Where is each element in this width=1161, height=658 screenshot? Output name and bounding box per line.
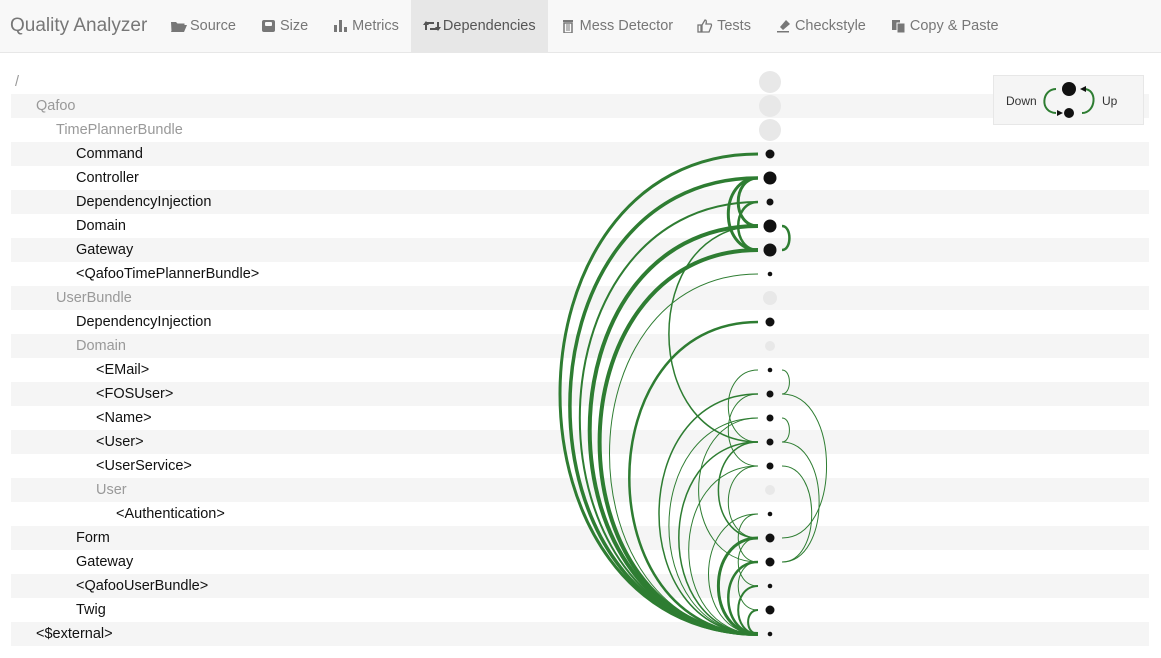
tree-row[interactable]: User [11,478,1149,502]
folder-open-icon [170,19,188,33]
tree-row[interactable]: Command [11,142,1149,166]
thumbs-up-icon [697,19,715,33]
tree-row-label: <Name> [96,410,152,426]
tree-row[interactable]: UserBundle [11,286,1149,310]
nav-tab-label: Dependencies [442,18,536,34]
nav-tab-dependencies[interactable]: Dependencies [410,0,548,52]
tree-row[interactable]: TimePlannerBundle [11,118,1149,142]
tree-row-label: Qafoo [36,98,76,114]
tree-row-label: <QafooUserBundle> [76,578,209,594]
tree-row[interactable]: Domain [11,214,1149,238]
tree-row[interactable]: DependencyInjection [11,310,1149,334]
tree-row[interactable]: Gateway [11,550,1149,574]
dependency-tree: / Qafoo TimePlannerBundle Command Controller… [11,70,1149,646]
nav-tab-label: Source [190,18,236,34]
tree-row-label: Gateway [76,242,134,258]
legend-diagram [1043,82,1095,118]
bar-chart-icon [332,19,350,33]
tree-row-label: Controller [76,170,139,186]
trash-icon [560,19,578,33]
copy-icon [890,19,908,33]
nav-tab-label: Checkstyle [794,18,866,34]
tree-row-label: <User> [96,434,144,450]
tree-row-label: <QafooTimePlannerBundle> [76,266,260,282]
tree-row[interactable]: <Name> [11,406,1149,430]
tree-row[interactable]: Domain [11,334,1149,358]
tree-row[interactable]: Gateway [11,238,1149,262]
tree-row[interactable]: <User> [11,430,1149,454]
tree-row-label: Twig [76,602,106,618]
tree-row[interactable]: Twig [11,598,1149,622]
nav-tab-mess[interactable]: Mess Detector [548,0,685,52]
tree-row[interactable]: <UserService> [11,454,1149,478]
tree-row[interactable]: <QafooTimePlannerBundle> [11,262,1149,286]
tree-row-label: Domain [76,338,126,354]
tree-row-label: Command [76,146,143,162]
highlighter-icon [775,19,793,33]
nav-tab-tests[interactable]: Tests [685,0,763,52]
tree-row-label: DependencyInjection [76,314,212,330]
nav-tab-copypaste[interactable]: Copy & Paste [878,0,1011,52]
tree-row[interactable]: DependencyInjection [11,190,1149,214]
tree-row-label: <$external> [36,626,113,642]
tree-row[interactable]: Qafoo [11,94,1149,118]
tree-row-label: TimePlannerBundle [56,122,183,138]
tree-row[interactable]: Controller [11,166,1149,190]
tree-row-label: Gateway [76,554,134,570]
nav-tab-label: Mess Detector [579,18,674,34]
tree-row[interactable]: <Authentication> [11,502,1149,526]
tree-row[interactable]: Form [11,526,1149,550]
main-nav: Source Size Metrics Dependencies Mess Detect… [158,0,1011,52]
tree-row-label: <EMail> [96,362,150,378]
nav-tab-label: Tests [717,18,751,34]
tree-row-label: <Authentication> [116,506,225,522]
brand-title[interactable]: Quality Analyzer [10,15,147,37]
tree-row-label: Domain [76,218,126,234]
nav-tab-label: Metrics [352,18,399,34]
tree-row[interactable]: <EMail> [11,358,1149,382]
legend: Down Up [993,75,1144,125]
nav-tab-metrics[interactable]: Metrics [320,0,411,52]
tree-row-label: UserBundle [56,290,132,306]
tree-row-label: / [15,74,20,90]
navbar: Quality Analyzer Source Size Metrics Depend… [0,0,1161,53]
tree-row-label: <FOSUser> [96,386,174,402]
tree-row-label: <UserService> [96,458,192,474]
nav-tab-size[interactable]: Size [248,0,320,52]
tree-row-label: User [96,482,127,498]
scale-icon [260,19,278,33]
tree-row-label: Form [76,530,110,546]
nav-tab-label: Size [279,18,309,34]
tree-row[interactable]: / [11,70,1149,94]
tree-row[interactable]: <FOSUser> [11,382,1149,406]
nav-tab-checkstyle[interactable]: Checkstyle [763,0,878,52]
nav-tab-label: Copy & Paste [909,18,999,34]
retweet-icon [422,19,441,33]
tree-row[interactable]: <QafooUserBundle> [11,574,1149,598]
nav-tab-source[interactable]: Source [158,0,248,52]
tree-row-label: DependencyInjection [76,194,212,210]
tree-row[interactable]: <$external> [11,622,1149,646]
